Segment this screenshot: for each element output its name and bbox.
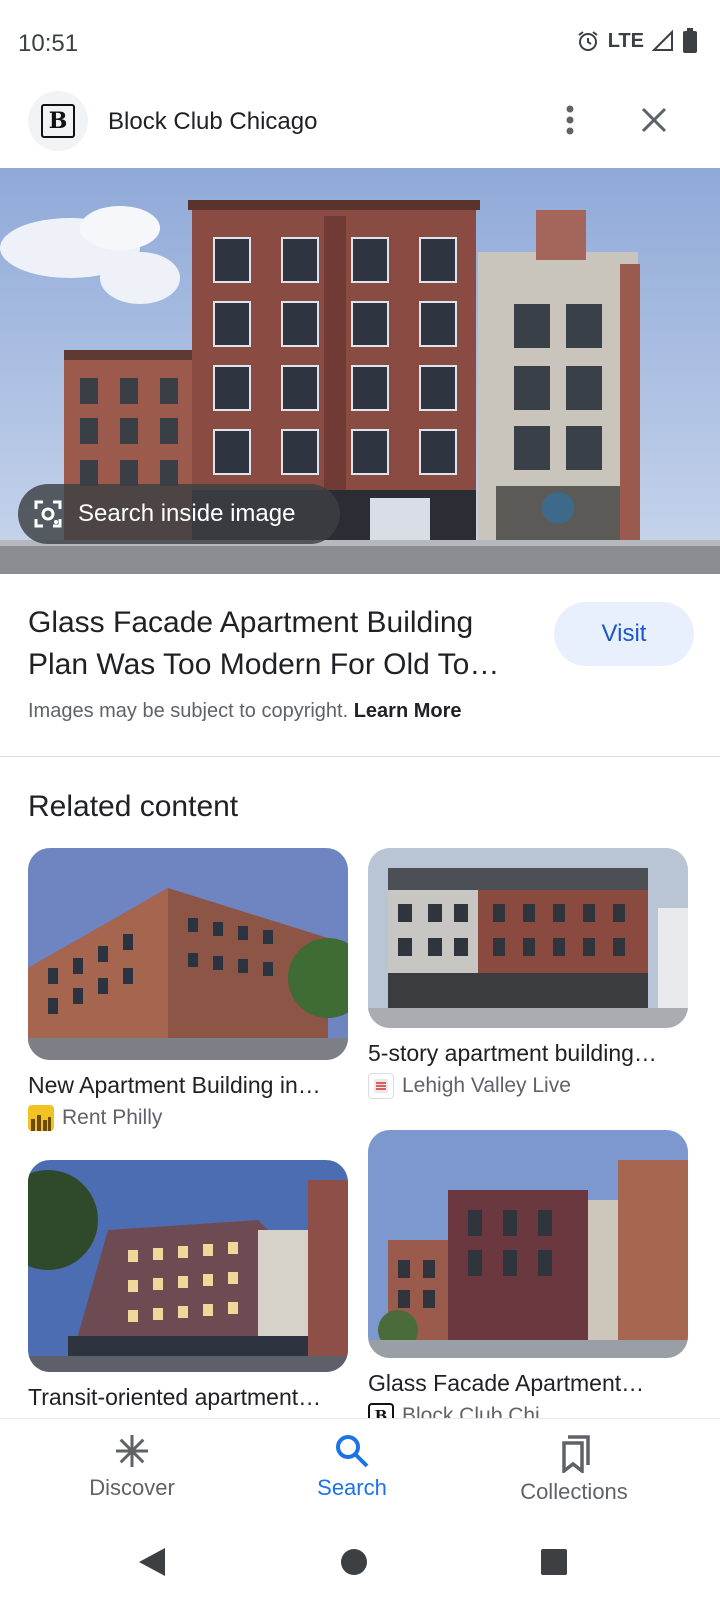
related-source: B Block Club Chi… — [368, 1403, 688, 1418]
recents-button[interactable] — [534, 1544, 574, 1580]
close-button[interactable] — [632, 98, 676, 142]
search-inside-image-label: Search inside image — [78, 500, 296, 527]
related-thumbnail[interactable] — [368, 1130, 688, 1358]
nav-discover-label: Discover — [89, 1475, 175, 1500]
related-card[interactable]: 5-story apartment building… Lehigh Valle… — [368, 848, 688, 1099]
nav-collections-label: Collections — [520, 1479, 628, 1504]
result-title-block: Glass Facade Apartment Building Plan Was… — [28, 602, 528, 686]
back-triangle-icon — [139, 1548, 165, 1576]
related-grid: New Apartment Building in… Rent Philly 5… — [0, 848, 720, 1418]
related-card[interactable]: New Apartment Building in… Rent Philly — [28, 848, 348, 1131]
nav-search[interactable]: Search — [262, 1433, 442, 1501]
copyright-text: Images may be subject to copyright. — [28, 700, 349, 722]
signal-icon — [652, 30, 673, 51]
related-source-name: Block Club Chi… — [402, 1404, 561, 1418]
related-card[interactable]: Glass Facade Apartment… B Block Club Chi… — [368, 1130, 688, 1418]
related-caption[interactable]: 5-story apartment building… — [368, 1040, 688, 1067]
bottom-navigation: Discover Search Collections — [0, 1418, 720, 1520]
related-caption[interactable]: Transit-oriented apartment… — [28, 1384, 348, 1411]
more-options-button[interactable] — [548, 98, 592, 142]
related-thumbnail[interactable] — [28, 1160, 348, 1372]
status-time: 10:51 — [18, 30, 79, 57]
related-card[interactable]: Transit-oriented apartment… — [28, 1160, 348, 1411]
status-bar: 10:51 LTE — [0, 0, 720, 88]
more-vert-icon — [566, 105, 574, 135]
status-icons: LTE — [576, 28, 698, 54]
divider — [0, 756, 720, 757]
related-thumbnail[interactable] — [368, 848, 688, 1028]
nav-search-label: Search — [317, 1475, 387, 1500]
source-logo-letter: B — [41, 104, 75, 138]
search-inside-image-button[interactable]: Search inside image — [18, 484, 340, 544]
source-header: B Block Club Chicago — [0, 88, 720, 168]
lens-icon — [34, 500, 62, 528]
lehigh-valley-live-favicon — [368, 1073, 394, 1099]
block-club-favicon: B — [368, 1403, 394, 1418]
network-label: LTE — [607, 29, 644, 52]
nav-discover[interactable]: Discover — [42, 1433, 222, 1501]
home-circle-icon — [341, 1549, 367, 1575]
search-icon — [336, 1435, 369, 1468]
related-source: Lehigh Valley Live — [368, 1073, 688, 1099]
alarm-icon — [578, 31, 598, 51]
bookmarks-icon — [562, 1435, 590, 1473]
source-logo[interactable]: B — [28, 91, 88, 151]
learn-more-link[interactable]: Learn More — [354, 700, 462, 722]
nav-collections[interactable]: Collections — [484, 1433, 664, 1505]
close-icon — [641, 107, 667, 133]
related-caption[interactable]: New Apartment Building in… — [28, 1072, 348, 1099]
battery-icon — [683, 28, 697, 53]
home-button[interactable] — [334, 1544, 374, 1580]
result-title[interactable]: Glass Facade Apartment Building Plan Was… — [28, 602, 528, 686]
related-source-name: Rent Philly — [62, 1106, 163, 1129]
back-button[interactable] — [132, 1544, 172, 1580]
rent-philly-favicon — [28, 1105, 54, 1131]
related-thumbnail[interactable] — [28, 848, 348, 1060]
recents-square-icon — [541, 1549, 567, 1575]
asterisk-icon — [116, 1435, 148, 1467]
copyright-notice: Images may be subject to copyright. Lear… — [28, 700, 462, 723]
related-caption[interactable]: Glass Facade Apartment… — [368, 1370, 688, 1397]
related-content-heading: Related content — [28, 790, 239, 823]
visit-button[interactable]: Visit — [554, 602, 694, 666]
system-navigation-bar — [0, 1520, 720, 1600]
related-source: Rent Philly — [28, 1105, 348, 1131]
related-source-name: Lehigh Valley Live — [402, 1074, 571, 1097]
source-name[interactable]: Block Club Chicago — [108, 108, 317, 136]
